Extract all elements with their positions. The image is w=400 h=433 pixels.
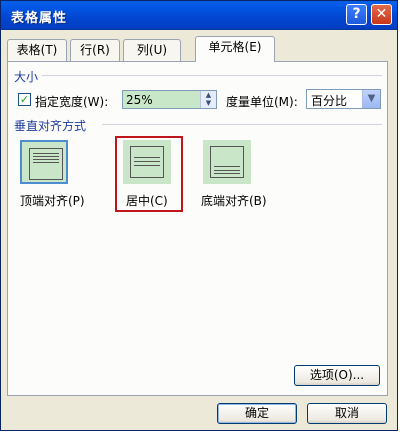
size-group-title: 大小 [14, 70, 39, 84]
cancel-button[interactable]: 取消 [307, 403, 387, 424]
ok-button[interactable]: 确定 [217, 403, 297, 424]
width-spinbox[interactable]: 25% ▲ ▼ [122, 90, 217, 109]
tab-cell-label: 单元格(E) [208, 40, 262, 54]
cancel-button-label: 取消 [334, 406, 359, 420]
ok-button-label: 确定 [244, 406, 269, 420]
valign-group-divider [102, 124, 382, 125]
specify-width-label: 指定宽度(W): [35, 95, 109, 109]
align-top-icon[interactable] [20, 140, 68, 184]
tab-column[interactable]: 列(U) [123, 39, 181, 61]
options-button[interactable]: 选项(O)... [294, 365, 380, 386]
chevron-down-icon[interactable]: ▼ [362, 90, 380, 108]
tab-table[interactable]: 表格(T) [7, 39, 67, 61]
close-icon: ✕ [375, 6, 388, 22]
tab-row[interactable]: 行(R) [70, 39, 120, 61]
tab-cell[interactable]: 单元格(E) [195, 36, 275, 62]
align-bottom-icon[interactable] [203, 140, 251, 184]
help-button[interactable]: ? [346, 4, 367, 25]
tab-row-label: 行(R) [80, 43, 110, 57]
checkmark-icon: ✓ [19, 93, 30, 106]
align-bottom-label[interactable]: 底端对齐(B) [201, 192, 267, 209]
highlight-box [115, 136, 183, 212]
unit-select[interactable]: 百分比 ▼ [306, 89, 381, 109]
table-properties-dialog: 表格属性 ? ✕ 表格(T) 行(R) 列(U) 单元格(E) 大小 ✓ 指定宽… [0, 0, 398, 431]
unit-value: 百分比 [311, 94, 348, 108]
title-bar[interactable]: 表格属性 ? ✕ [1, 1, 397, 30]
specify-width-checkbox[interactable]: ✓ [18, 93, 31, 106]
unit-label: 度量单位(M): [226, 95, 298, 109]
tab-table-label: 表格(T) [16, 43, 58, 57]
width-value: 25% [126, 93, 153, 107]
size-group-divider [42, 75, 382, 76]
valign-group-title: 垂直对齐方式 [14, 119, 87, 133]
tab-column-label: 列(U) [136, 43, 168, 57]
align-top-label[interactable]: 顶端对齐(P) [20, 192, 85, 209]
dialog-title: 表格属性 [11, 11, 68, 26]
spin-arrows-icon[interactable]: ▲ ▼ [200, 91, 216, 108]
close-button[interactable]: ✕ [371, 4, 392, 25]
options-button-label: 选项(O)... [309, 368, 365, 382]
help-icon: ? [352, 6, 361, 22]
cell-tab-panel: 大小 ✓ 指定宽度(W): 25% ▲ ▼ 度量单位(M): 百分比 ▼ 垂直对齐… [7, 61, 388, 396]
